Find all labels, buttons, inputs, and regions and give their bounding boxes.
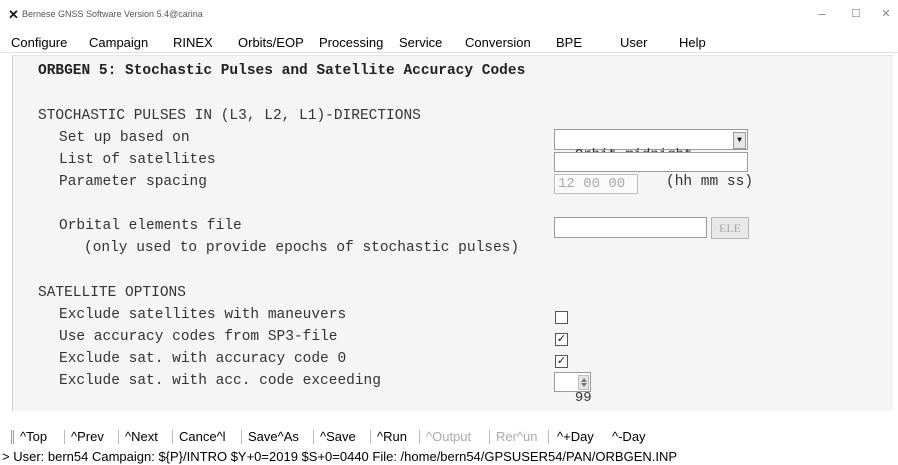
rerun-button[interactable]: Rer^un [496,429,538,444]
exclude-code0-checkbox[interactable]: ✓ [555,355,568,368]
menu-rinex[interactable]: RINEX [173,35,213,50]
menu-help[interactable]: Help [679,35,706,50]
exclude-maneuvers-label: Exclude satellites with maneuvers [59,307,347,323]
save-button[interactable]: ^Save [320,429,356,444]
spin-arrows-icon[interactable] [578,375,589,390]
title-bar: ✕ Bernese GNSS Software Version 5.4@cari… [0,0,898,32]
separator [313,430,314,444]
dropdown-arrow-icon[interactable]: ▼ [733,132,746,149]
menu-bpe[interactable]: BPE [556,35,582,50]
satellite-options-header: SATELLITE OPTIONS [38,285,186,301]
orbital-elements-note: (only used to provide epochs of stochast… [84,240,520,256]
setup-based-on-select[interactable]: Orbit_midnight ▼ [554,129,748,163]
satellite-list-label: List of satellites [59,152,216,168]
button-bar: ^Top ^Prev ^Next Cance^l Save^As ^Save ^… [0,428,898,446]
menu-service[interactable]: Service [399,35,442,50]
maximize-button[interactable]: ☐ [846,7,866,20]
separator [172,430,173,444]
menu-user[interactable]: User [620,35,647,50]
exclude-exceeding-spinbox[interactable]: 99 [554,372,592,406]
exclude-exceeding-value: 99 [574,390,592,406]
separator [548,430,549,444]
exclude-code0-label: Exclude sat. with accuracy code 0 [59,351,347,367]
parameter-spacing-input[interactable]: 12 00 00 [554,174,638,194]
output-button[interactable]: ^Output [426,429,471,444]
separator [118,430,119,444]
plus-day-button[interactable]: ^+Day [557,429,594,444]
prev-button[interactable]: ^Prev [71,429,104,444]
separator [489,430,490,444]
separator [241,430,242,444]
save-as-button[interactable]: Save^As [248,429,299,444]
x-app-icon: ✕ [8,7,19,22]
separator [419,430,420,444]
use-accuracy-codes-label: Use accuracy codes from SP3-file [59,329,338,345]
exclude-maneuvers-checkbox[interactable] [555,311,568,324]
panel-title: ORBGEN 5: Stochastic Pulses and Satellit… [38,63,526,79]
separator [370,430,371,444]
window-title: Bernese GNSS Software Version 5.4@carina [22,9,203,19]
minus-day-button[interactable]: ^-Day [612,429,646,444]
status-text: > User: bern54 Campaign: ${P}/INTRO $Y+0… [2,449,678,464]
menu-conversion[interactable]: Conversion [465,35,531,50]
run-button[interactable]: ^Run [377,429,407,444]
ele-browse-button[interactable]: ELE [711,217,749,239]
status-bar: > User: bern54 Campaign: ${P}/INTRO $Y+0… [0,447,898,465]
use-accuracy-codes-checkbox[interactable]: ✓ [555,333,568,346]
satellite-list-input[interactable] [554,152,748,172]
close-button[interactable]: ✕ [876,7,896,20]
top-button[interactable]: ^Top [20,429,47,444]
menu-bar: Configure Campaign RINEX Orbits/EOP Proc… [0,32,898,53]
menu-processing[interactable]: Processing [319,35,383,50]
setup-based-on-label: Set up based on [59,130,190,146]
parameter-spacing-unit: (hh mm ss) [666,174,754,190]
orbital-elements-file-label: Orbital elements file [59,218,242,234]
grip-handle-icon [11,430,14,444]
menu-campaign[interactable]: Campaign [89,35,148,50]
menu-configure[interactable]: Configure [11,35,67,50]
next-button[interactable]: ^Next [125,429,158,444]
orbital-elements-file-input[interactable] [554,217,707,238]
parameter-spacing-label: Parameter spacing [59,174,207,190]
menu-orbits-eop[interactable]: Orbits/EOP [238,35,304,50]
pulses-section-header: STOCHASTIC PULSES IN (L3, L2, L1)-DIRECT… [38,108,421,124]
minimize-button[interactable]: – [812,6,832,21]
exclude-exceeding-label: Exclude sat. with acc. code exceeding [59,373,381,389]
cancel-button[interactable]: Cance^l [179,429,226,444]
separator [64,430,65,444]
